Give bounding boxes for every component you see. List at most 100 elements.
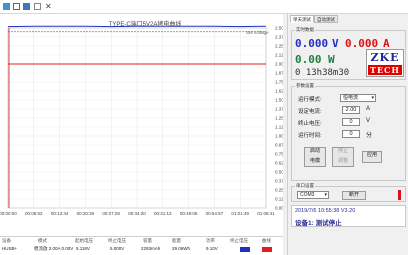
stop-button-line1: 停止 (337, 148, 348, 154)
y-right-tick-label: 0.500 (275, 170, 283, 175)
save-icon[interactable] (23, 3, 30, 10)
status-value: 稳流放 2.00A 0.00V (34, 246, 74, 251)
x-tick-label: 00:41:13 (154, 211, 172, 216)
tab-single-test[interactable]: 单天测试 (290, 15, 314, 23)
status-table: 设备 模式 起始电压 终止电压 容量 能量 功率 终止电压 曲线 HUSB+ 稳… (0, 236, 283, 255)
port-settings-group: 串口设置 COM3 ▾ 断开 (291, 183, 406, 202)
y-right-tick-label: 1.875 (275, 71, 283, 76)
status-header: 起始电压 (75, 238, 93, 243)
y-right-tick-label: 0.125 (275, 197, 283, 202)
apply-button[interactable]: 应用 (362, 151, 382, 163)
mode-select[interactable]: 恒电流 ▾ (340, 94, 376, 102)
set-current-input[interactable]: 2.00 (342, 106, 360, 114)
status-value: 5.118V (76, 246, 90, 251)
status-value: 5.000V (110, 246, 125, 251)
x-tick-label: 00:48:05 (180, 211, 198, 216)
com-port-value: COM3 (300, 192, 315, 198)
power-unit: W (328, 53, 335, 66)
x-tick-label: 00:27:28 (102, 211, 120, 216)
chart-svg: 00:00:00 00:06:52 00:13:44 00:20:36 00:27:28… (0, 26, 283, 217)
status-header: 曲线 (262, 238, 271, 243)
y-right-tick-label: 0.000 (275, 206, 283, 211)
status-header: 模式 (38, 238, 47, 243)
stop-button[interactable]: 停止 调整 (332, 147, 354, 167)
y-right-tick-label: 2.250 (275, 44, 283, 49)
y-right-tick-label: 1.375 (275, 107, 283, 112)
y-right-tick-label: 0.375 (275, 179, 283, 184)
voltage-color-swatch (240, 247, 250, 252)
status-value: 29.06Wh (172, 246, 191, 251)
y-right-tick-label: 2.000 (275, 62, 283, 67)
x-tick-label: 00:54:57 (206, 211, 224, 216)
parameter-settings-title: 参数设置 (295, 83, 315, 89)
chevron-down-icon: ▾ (371, 95, 374, 101)
current-color-swatch (262, 247, 272, 252)
com-port-select[interactable]: COM3 ▾ (297, 191, 329, 199)
status-value: 2293mAh (141, 246, 161, 251)
app-window: ✕ 00:00:00 00:06:52 00:13:44 00:20:36 00:27:… (0, 0, 408, 255)
status-header: 容量 (143, 238, 152, 243)
control-panel: 单天测试 自动测试 实时数据 0.000 V 0.000 A 0.00 W 0 … (287, 14, 408, 255)
port-settings-title: 串口设置 (295, 183, 315, 189)
y-right-tick-label: 1.250 (275, 116, 283, 121)
status-header: 功率 (206, 238, 215, 243)
y-right-tick-label: 2.375 (275, 35, 283, 40)
logo-text-bottom: TECH (368, 65, 402, 75)
voltage-reading: 0.000 (295, 37, 329, 50)
x-tick-label: 01:08:41 (257, 211, 275, 216)
power-reading: 0.00 (295, 53, 322, 66)
set-current-label: 设定电流: (298, 109, 322, 115)
start-button[interactable]: 启动 电模 (304, 147, 326, 167)
y-right-tick-label: 0.750 (275, 152, 283, 157)
stop-voltage-unit: V (366, 118, 371, 124)
app-icon (3, 3, 10, 10)
run-time-unit: 分 (366, 133, 373, 139)
timestamp-version: 2019/7/6 10:55:38 V3.20 (295, 208, 356, 214)
y-right-tick-label: 2.125 (275, 53, 283, 58)
status-value: 9.10V (206, 246, 218, 251)
mode-select-value: 恒电流 (343, 95, 359, 101)
status-value: HUSB+ (2, 246, 18, 251)
set-current-unit: A (366, 106, 371, 112)
status-header-row: 设备 模式 起始电压 终止电压 容量 能量 功率 终止电压 曲线 (0, 238, 283, 246)
y-right-tick-label: 0.875 (275, 143, 283, 148)
y-right-tick-label: 1.125 (275, 125, 283, 130)
parameter-settings-group: 参数设置 运行模式: 恒电流 ▾ 设定电流: 2.00 A 终止电压: 0 V … (291, 83, 406, 181)
elapsed-time: 0 13h38m30 (295, 68, 350, 78)
status-header: 终止电压 (230, 238, 248, 243)
run-time-input[interactable]: 0 (342, 130, 360, 138)
y-right-tick-label: 1.500 (275, 98, 283, 103)
new-file-icon[interactable] (13, 3, 20, 10)
x-tick-label: 00:06:52 (25, 211, 43, 216)
stop-voltage-label: 终止电压: (298, 121, 322, 127)
y-right-tick-label: 1.625 (275, 89, 283, 94)
y-right-tick-label: 1.000 (275, 134, 283, 139)
device-status: 设备1: 测试停止 (295, 220, 342, 227)
status-header: 终止电压 (108, 238, 126, 243)
y-right-tick-label: 1.750 (275, 80, 283, 85)
x-tick-label: 01:01:49 (231, 211, 249, 216)
close-icon[interactable]: ✕ (45, 3, 52, 11)
toolbar: ✕ (0, 0, 408, 14)
realtime-data-title: 实时数据 (295, 27, 315, 33)
chevron-down-icon: ▾ (324, 192, 327, 198)
realtime-data-group: 实时数据 0.000 V 0.000 A 0.00 W 0 13h38m30 Z… (291, 27, 406, 80)
y-right-tick-label: 2.500 (275, 26, 283, 31)
x-tick-label: 00:13:44 (51, 211, 69, 216)
start-button-line1: 启动 (309, 148, 320, 154)
export-icon[interactable] (34, 3, 41, 10)
y-right-tick-label: 0.625 (275, 161, 283, 166)
disconnect-button[interactable]: 断开 (342, 191, 366, 200)
x-tick-label: 00:00:00 (0, 211, 17, 216)
start-button-line2: 电模 (309, 158, 320, 164)
connection-indicator (398, 190, 401, 200)
chart-area: 00:00:00 00:06:52 00:13:44 00:20:36 00:27:28… (0, 14, 283, 236)
y-right-tick-label: 0.250 (275, 188, 283, 193)
stop-button-line2: 调整 (337, 158, 348, 164)
x-tick-label: 00:34:20 (128, 211, 146, 216)
device-status-box: 2019/7/6 10:55:38 V3.20 设备1: 测试停止 (291, 205, 406, 227)
status-header: 设备 (2, 238, 11, 243)
tab-auto-test[interactable]: 自动测试 (314, 15, 338, 23)
stop-voltage-input[interactable]: 0 (342, 118, 360, 126)
zke-tech-logo: ZKE TECH (366, 49, 404, 77)
